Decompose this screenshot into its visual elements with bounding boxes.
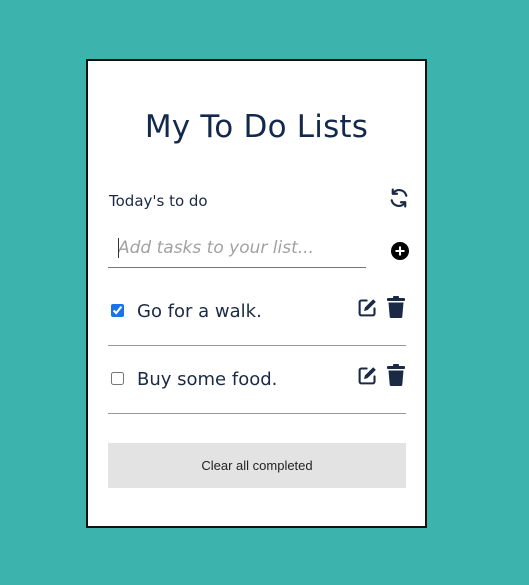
- task-item: Buy some food.: [108, 347, 406, 414]
- task-text: Buy some food.: [137, 369, 278, 390]
- refresh-icon: [388, 187, 410, 209]
- text-caret: [118, 238, 119, 258]
- clear-completed-button[interactable]: Clear all completed: [108, 443, 406, 488]
- trash-icon: [387, 364, 405, 386]
- trash-icon: [387, 296, 405, 318]
- task-checkbox[interactable]: [111, 372, 124, 385]
- add-task-button[interactable]: [391, 242, 409, 260]
- edit-task-button[interactable]: [357, 297, 378, 318]
- task-text: Go for a walk.: [137, 301, 262, 322]
- task-input[interactable]: [108, 233, 366, 263]
- task-input-field[interactable]: [108, 233, 366, 268]
- refresh-button[interactable]: [388, 187, 410, 209]
- task-checkbox[interactable]: [111, 304, 124, 317]
- edit-task-button[interactable]: [357, 365, 378, 386]
- edit-icon: [357, 297, 378, 318]
- list-subheading: Today's to do: [109, 192, 208, 210]
- page-title: My To Do Lists: [144, 109, 369, 145]
- delete-task-button[interactable]: [387, 296, 405, 318]
- task-item: Go for a walk.: [108, 279, 406, 346]
- delete-task-button[interactable]: [387, 364, 405, 386]
- todo-card: My To Do Lists Today's to do Go for a wa…: [86, 59, 427, 528]
- edit-icon: [357, 365, 378, 386]
- plus-circle-icon: [391, 242, 409, 260]
